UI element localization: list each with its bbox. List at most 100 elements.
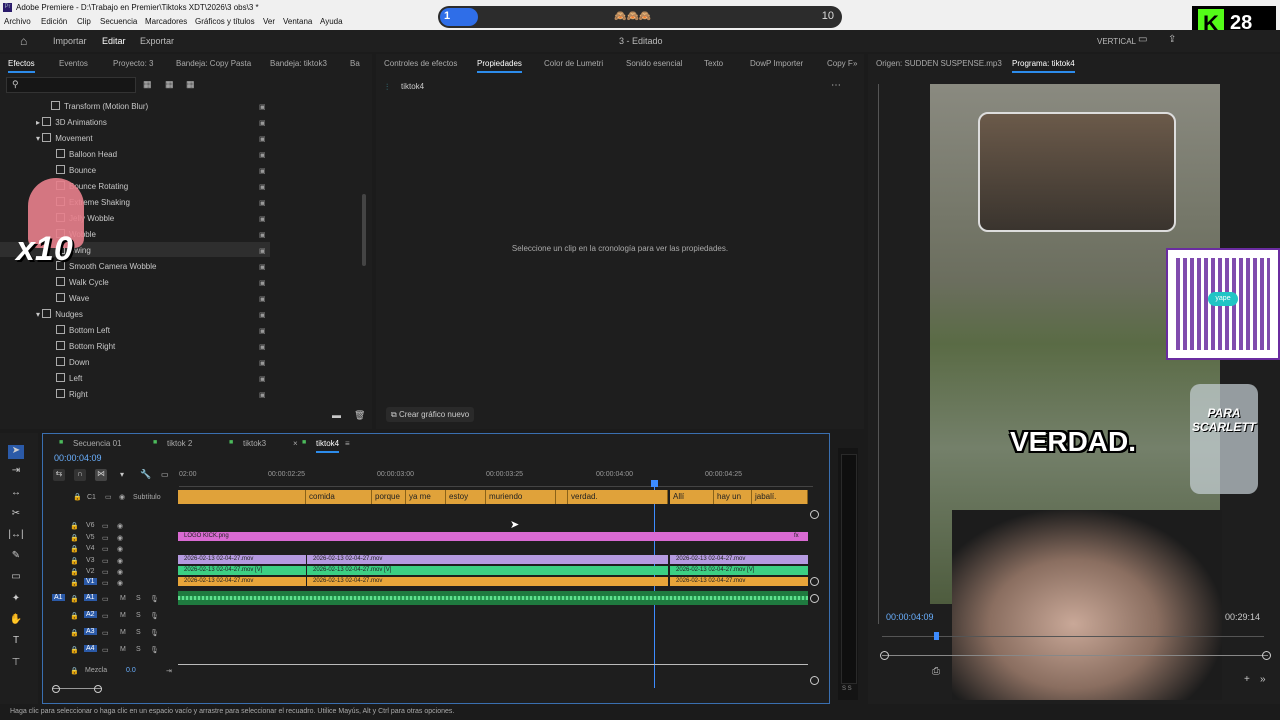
track-scroll-handle[interactable]	[810, 676, 819, 685]
track-lock-icon[interactable]: 🔒	[70, 522, 79, 530]
list-item[interactable]: Down	[56, 357, 89, 367]
subtitle-clip[interactable]: porque	[372, 490, 406, 504]
mute-button[interactable]: M	[120, 646, 126, 653]
meter-solo-labels[interactable]: S S	[842, 686, 852, 692]
tab-tiktok4[interactable]: tiktok4	[316, 439, 340, 453]
subtitle-clip[interactable]: hay un	[714, 490, 752, 504]
v3-clip[interactable]: 2026-02-13 02-04-27.mov	[178, 555, 306, 564]
logo-clip[interactable]: LOGO KICK.png	[178, 532, 808, 541]
tab-bandeja-copy[interactable]: Bandeja: Copy Pasta	[176, 59, 251, 68]
menu-clip[interactable]: Clip	[77, 17, 91, 26]
new-graphic-button[interactable]: ⧉ Crear gráfico nuevo	[386, 407, 474, 422]
tab-efectos[interactable]: Efectos	[8, 59, 35, 73]
track-lock-icon[interactable]: 🔒	[70, 612, 79, 620]
yuv-filter-icon[interactable]: ▦	[186, 79, 195, 90]
mute-button[interactable]: M	[120, 629, 126, 636]
accelerated-filter-icon[interactable]: ▦	[143, 79, 152, 90]
mic-icon[interactable]: 🎙	[150, 629, 159, 637]
tab-texto[interactable]: Texto	[704, 59, 723, 68]
menu-ayuda[interactable]: Ayuda	[320, 17, 343, 26]
mic-icon[interactable]: 🎙	[150, 612, 159, 620]
tab-sonido[interactable]: Sonido esencial	[626, 59, 682, 68]
track-sync-icon[interactable]: ▭	[102, 646, 109, 654]
list-item[interactable]: Transform (Motion Blur)	[51, 101, 148, 111]
track-eye-icon[interactable]: ◉	[117, 557, 123, 565]
type-tool-icon[interactable]: T	[8, 635, 24, 649]
list-item[interactable]: Bottom Right	[56, 341, 115, 351]
export-frame-icon[interactable]: ⎙	[932, 666, 940, 677]
layout-label[interactable]: VERTICAL	[1097, 37, 1136, 46]
zoom-handle-right[interactable]	[94, 685, 102, 693]
tab-lumetri[interactable]: Color de Lumetri	[544, 59, 603, 68]
menu-secuencia[interactable]: Secuencia	[100, 17, 137, 26]
program-timecode[interactable]: 00:00:04:09	[886, 612, 934, 622]
track-sync-icon[interactable]: ▭	[102, 595, 109, 603]
track-eye-icon[interactable]: ◉	[117, 545, 123, 553]
track-eye-icon[interactable]: ◉	[117, 568, 123, 576]
menu-archivo[interactable]: Archivo	[4, 17, 31, 26]
tab-propiedades[interactable]: Propiedades	[477, 59, 522, 73]
track-label-v1[interactable]: V1	[84, 578, 97, 585]
track-lock-icon[interactable]: 🔒	[73, 493, 82, 501]
tab-eventos[interactable]: Eventos	[59, 59, 88, 68]
zoom-handle-left[interactable]	[880, 651, 889, 660]
tab-importar[interactable]: Importar	[53, 36, 87, 46]
zoom-handle-right[interactable]	[1262, 651, 1271, 660]
tab-origen[interactable]: Origen: SUDDEN SUSPENSE.mp3	[876, 59, 1002, 68]
zoom-handle-left[interactable]	[52, 685, 60, 693]
track-sync-icon[interactable]: ▭	[102, 545, 109, 553]
tab-controles-efectos[interactable]: Controles de efectos	[384, 59, 457, 68]
track-lock-icon[interactable]: 🔒	[70, 595, 79, 603]
track-lock-icon[interactable]: 🔒	[70, 534, 79, 542]
track-sync-icon[interactable]: ▭	[102, 522, 109, 530]
subtitle-clip[interactable]: verdad.	[568, 490, 668, 504]
list-item[interactable]: Bounce	[56, 165, 96, 175]
effects-scrollbar[interactable]	[362, 194, 366, 266]
timeline-timecode[interactable]: 00:00:04:09	[54, 453, 102, 463]
subtitle-clip[interactable]: ya me	[406, 490, 446, 504]
track-label-a4[interactable]: A4	[84, 645, 97, 652]
generative-icon[interactable]: ✦	[8, 593, 24, 607]
folder-3d-animations[interactable]: ▸ 3D Animations	[36, 117, 107, 127]
track-label-a3[interactable]: A3	[84, 628, 97, 635]
program-playhead[interactable]	[934, 632, 939, 640]
track-scroll-handle[interactable]	[810, 510, 819, 519]
subtitle-clip[interactable]: jabalí.	[752, 490, 808, 504]
subtitle-clip[interactable]: muriendo	[486, 490, 556, 504]
zoom-scrollbar[interactable]	[882, 655, 1268, 656]
v1-clip[interactable]: 2026-02-13 02-04-27.mov	[670, 577, 808, 586]
menu-ver[interactable]: Ver	[263, 17, 275, 26]
track-sync-icon[interactable]: ▭	[102, 579, 109, 587]
close-tab-icon[interactable]: ×	[293, 439, 298, 448]
track-lock-icon[interactable]: 🔒	[70, 646, 79, 654]
audio-clip-a1[interactable]	[178, 591, 808, 605]
razor-icon[interactable]: ✂	[8, 508, 24, 522]
list-item[interactable]: Balloon Head	[56, 149, 117, 159]
list-item[interactable]: Walk Cycle	[56, 277, 109, 287]
tab-copy[interactable]: Copy F	[827, 59, 853, 68]
v1-clip[interactable]: 2026-02-13 02-04-27.mov	[178, 577, 306, 586]
source-patch-a1[interactable]: A1	[52, 594, 65, 601]
track-eye-icon[interactable]: ◉	[117, 579, 123, 587]
track-sync-icon[interactable]: ▭	[105, 493, 112, 501]
track-label-a2[interactable]: A2	[84, 611, 97, 618]
track-sync-icon[interactable]: ▭	[102, 557, 109, 565]
mic-icon[interactable]: 🎙	[150, 646, 159, 654]
menu-graficos[interactable]: Gráficos y títulos	[195, 17, 255, 26]
frame-icon[interactable]: ▭	[1138, 34, 1147, 45]
track-scroll-handle[interactable]	[810, 577, 819, 586]
solo-button[interactable]: S	[136, 612, 141, 619]
new-folder-icon[interactable]: ▬	[332, 410, 341, 420]
caption-tool-icon[interactable]: ⊤	[8, 657, 24, 671]
mix-value[interactable]: 0.0	[126, 667, 136, 674]
folder-movement[interactable]: ▾ Movement	[36, 133, 93, 143]
track-sync-icon[interactable]: ▭	[102, 629, 109, 637]
track-eye-icon[interactable]: ◉	[119, 493, 125, 501]
mute-button[interactable]: M	[120, 612, 126, 619]
menu-edicion[interactable]: Edición	[41, 17, 67, 26]
linked-selection-icon[interactable]: ⋈	[95, 469, 107, 481]
selection-tool-icon[interactable]: ➤	[8, 445, 24, 459]
wrench-icon[interactable]: 🔧	[140, 469, 151, 480]
home-icon[interactable]: ⌂	[20, 34, 27, 48]
tabs-overflow-icon[interactable]: »	[853, 59, 857, 68]
